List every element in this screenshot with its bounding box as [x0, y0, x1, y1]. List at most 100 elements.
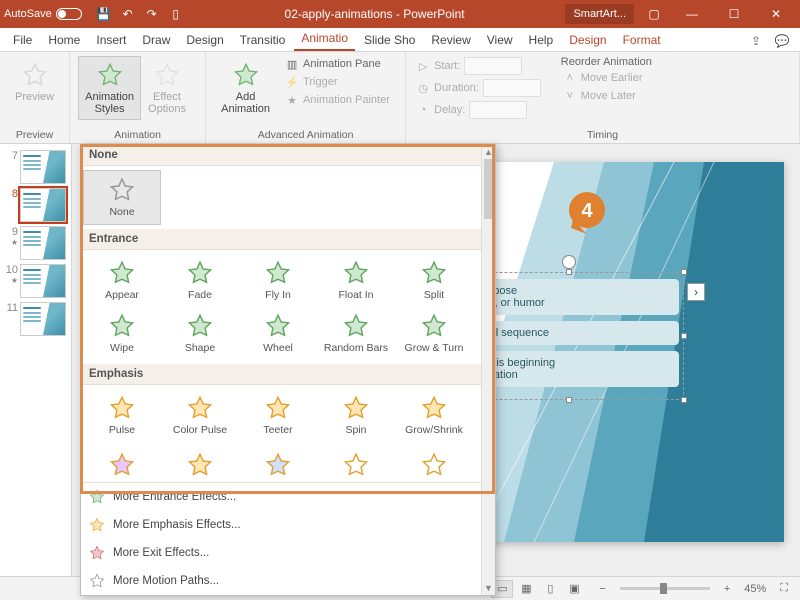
more-entrance-effects[interactable]: More Entrance Effects... — [81, 483, 495, 511]
thumb-preview[interactable] — [20, 226, 66, 260]
slideshow-view-button[interactable]: ▣ — [563, 580, 585, 598]
thumb-preview[interactable] — [20, 302, 66, 336]
scroll-thumb[interactable] — [484, 159, 493, 219]
resize-handle[interactable] — [566, 269, 572, 275]
fit-to-window-button[interactable]: ⛶ — [776, 580, 792, 597]
gallery-item-fly-in[interactable]: Fly In — [239, 254, 317, 307]
ribbon-display-options-icon[interactable]: ▢ — [640, 0, 668, 28]
thumb-preview[interactable] — [20, 264, 66, 298]
slide-thumbnail[interactable]: 9★ — [0, 224, 71, 262]
tab-slideshow[interactable]: Slide Sho — [357, 29, 422, 51]
tab-insert[interactable]: Insert — [89, 29, 133, 51]
move-later-button: ˅Move Later — [561, 88, 652, 104]
gallery-item-fade[interactable]: Fade — [161, 254, 239, 307]
gallery-item-color-pulse[interactable]: Color Pulse — [161, 389, 239, 442]
slide-thumbnail[interactable]: 8 — [0, 186, 71, 224]
resize-handle[interactable] — [566, 397, 572, 403]
gallery-item-grow-turn[interactable]: Grow & Turn — [395, 307, 473, 360]
resize-handle[interactable] — [681, 333, 687, 339]
tab-draw[interactable]: Draw — [135, 29, 177, 51]
gallery-item-teeter[interactable]: Teeter — [239, 389, 317, 442]
resize-handle[interactable] — [681, 397, 687, 403]
tab-design[interactable]: Design — [179, 29, 230, 51]
tab-review[interactable]: Review — [424, 29, 477, 51]
gallery-item-shape[interactable]: Shape — [161, 307, 239, 360]
start-from-beginning-icon[interactable]: ▯ — [168, 6, 184, 22]
gallery-item-emphasis-more-3[interactable] — [317, 446, 395, 478]
preview-star-icon — [21, 61, 49, 89]
tab-home[interactable]: Home — [41, 29, 87, 51]
group-preview: Preview Preview — [0, 52, 70, 143]
chevron-down-icon: ˅ — [563, 89, 577, 103]
gallery-item-random-bars[interactable]: Random Bars — [317, 307, 395, 360]
tab-smartart-format[interactable]: Format — [616, 29, 668, 51]
slide-thumbnail-pane[interactable]: 789★10★ 11 — [0, 144, 72, 576]
gallery-item-wheel[interactable]: Wheel — [239, 307, 317, 360]
animation-pane-button[interactable]: ▥Animation Pane — [283, 56, 392, 72]
zoom-out-button[interactable]: − — [595, 581, 609, 597]
gallery-item-spin[interactable]: Spin — [317, 389, 395, 442]
slide-thumbnail[interactable]: 10★ — [0, 262, 71, 300]
close-button[interactable]: ✕ — [756, 0, 796, 28]
gallery-item-float-in[interactable]: Float In — [317, 254, 395, 307]
zoom-in-button[interactable]: + — [720, 581, 734, 597]
autosave-toggle[interactable]: AutoSave — [4, 8, 82, 20]
smartart-expand-button[interactable]: › — [687, 283, 705, 301]
save-icon[interactable]: 💾 — [96, 6, 112, 22]
zoom-level[interactable]: 45% — [744, 583, 766, 595]
redo-icon[interactable]: ↷ — [144, 6, 160, 22]
share-icon[interactable]: ⇪ — [744, 31, 768, 51]
minimize-button[interactable]: ― — [672, 0, 712, 28]
gallery-item-wipe[interactable]: Wipe — [83, 307, 161, 360]
scroll-down-icon[interactable]: ▼ — [482, 581, 495, 595]
resize-handle[interactable] — [681, 269, 687, 275]
rotate-handle-icon[interactable] — [562, 255, 576, 269]
group-animation: Animation Styles Effect Options Animatio… — [70, 52, 206, 143]
tab-animations[interactable]: Animatio — [294, 27, 355, 51]
delay-row: ◔Delay: — [414, 100, 543, 120]
autosave-switch[interactable] — [56, 8, 82, 20]
undo-icon[interactable]: ↶ — [120, 6, 136, 22]
scroll-up-icon[interactable]: ▲ — [482, 145, 495, 159]
move-earlier-button: ˄Move Earlier — [561, 70, 652, 86]
sorter-view-button[interactable]: ▦ — [515, 580, 537, 598]
view-buttons: ▭ ▦ ▯ ▣ — [491, 580, 585, 598]
slide-thumbnail[interactable]: 7 — [0, 148, 71, 186]
gallery-item-pulse[interactable]: Pulse — [83, 389, 161, 442]
animation-styles-button[interactable]: Animation Styles — [78, 56, 141, 120]
tab-file[interactable]: File — [6, 29, 39, 51]
gallery-item-emphasis-more-1[interactable] — [161, 446, 239, 478]
animation-styles-label: Animation Styles — [85, 91, 134, 115]
tab-view[interactable]: View — [480, 29, 520, 51]
zoom-slider[interactable] — [620, 587, 710, 590]
tab-transitions[interactable]: Transitio — [233, 29, 293, 51]
animation-gallery-dropdown[interactable]: None None Entrance AppearFadeFly InFloat… — [80, 144, 496, 596]
preview-label: Preview — [15, 91, 54, 103]
more-motion-paths[interactable]: More Motion Paths... — [81, 567, 495, 595]
gallery-item-split[interactable]: Split — [395, 254, 473, 307]
gallery-item-appear[interactable]: Appear — [83, 254, 161, 307]
animation-indicator-icon: ★ — [11, 238, 18, 247]
reading-view-button[interactable]: ▯ — [539, 580, 561, 598]
effect-options-button: Effect Options — [141, 56, 193, 120]
add-animation-button[interactable]: Add Animation — [214, 56, 277, 120]
tab-smartart-design[interactable]: Design — [562, 29, 613, 51]
thumb-number: 11 — [4, 302, 18, 314]
delay-input — [469, 101, 527, 119]
effect-options-icon — [153, 61, 181, 89]
comments-icon[interactable]: 💬 — [770, 31, 794, 51]
gallery-item-emphasis-more-4[interactable] — [395, 446, 473, 478]
gallery-item-emphasis-more-2[interactable] — [239, 446, 317, 478]
maximize-button[interactable]: ☐ — [714, 0, 754, 28]
tab-help[interactable]: Help — [522, 29, 561, 51]
thumb-preview[interactable] — [20, 188, 66, 222]
thumb-preview[interactable] — [20, 150, 66, 184]
more-exit-effects[interactable]: More Exit Effects... — [81, 539, 495, 567]
more-emphasis-effects[interactable]: More Emphasis Effects... — [81, 511, 495, 539]
gallery-item-none[interactable]: None — [83, 170, 161, 225]
gallery-item-grow-shrink[interactable]: Grow/Shrink — [395, 389, 473, 442]
gallery-item-emphasis-more-0[interactable] — [83, 446, 161, 478]
zoom-handle[interactable] — [660, 583, 667, 594]
gallery-scrollbar[interactable]: ▲ ▼ — [481, 145, 495, 595]
slide-thumbnail[interactable]: 11 — [0, 300, 71, 338]
